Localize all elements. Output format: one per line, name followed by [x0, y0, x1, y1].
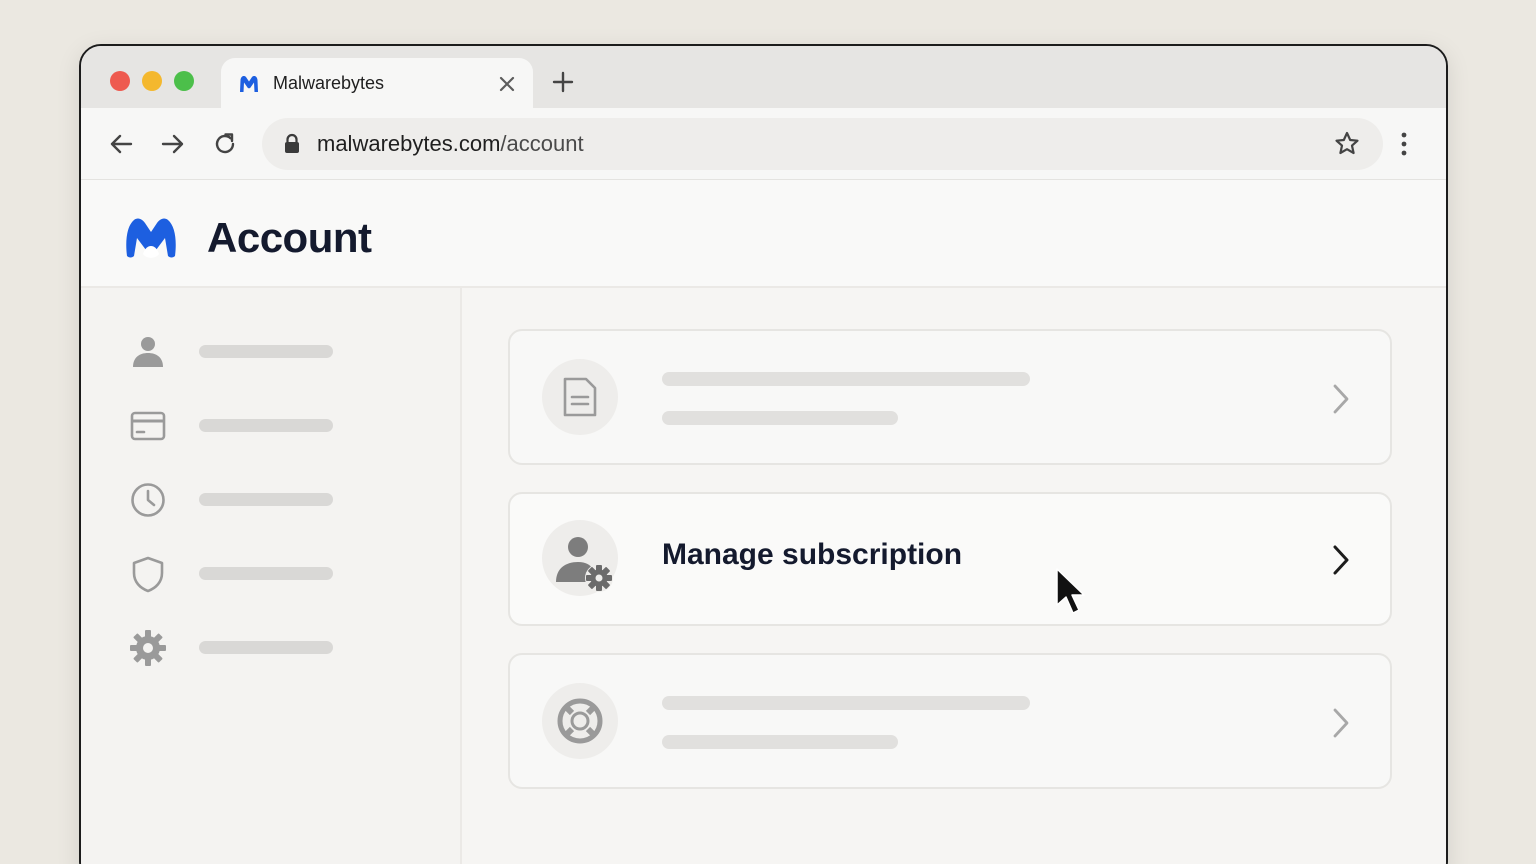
close-window-button[interactable]: [110, 71, 130, 91]
gear-icon: [130, 630, 166, 666]
manage-subscription-card[interactable]: Manage subscription: [508, 492, 1392, 626]
address-bar[interactable]: malwarebytes.com/account: [262, 118, 1383, 170]
url-path: /account: [500, 131, 584, 156]
document-icon: [563, 377, 597, 417]
close-icon[interactable]: [495, 72, 519, 96]
main-content: Manage subscription: [464, 288, 1446, 864]
lock-icon: [285, 133, 299, 153]
sidebar-item-billing[interactable]: [129, 405, 429, 445]
page-header: Account: [81, 180, 1446, 288]
tab-strip: Malwarebytes: [81, 46, 1446, 110]
account-card-documents[interactable]: [508, 329, 1392, 465]
sidebar-item-placeholder: [199, 567, 333, 580]
clock-icon: [131, 483, 165, 517]
tab-title: Malwarebytes: [273, 73, 385, 93]
card-icon: [542, 359, 618, 435]
chevron-right-icon: [1333, 545, 1349, 575]
user-icon: [133, 337, 163, 367]
url-host: malwarebytes.com: [317, 131, 501, 156]
account-card-support[interactable]: [508, 653, 1392, 789]
card-subtitle-placeholder: [662, 411, 898, 425]
arrow-right-icon[interactable]: [159, 130, 187, 158]
malwarebytes-logo-icon: [240, 76, 258, 92]
maximize-window-button[interactable]: [174, 71, 194, 91]
credit-card-icon: [130, 411, 166, 441]
sidebar-item-placeholder: [199, 419, 333, 432]
card-title-placeholder: [662, 696, 1030, 710]
sidebar-item-history[interactable]: [129, 479, 429, 519]
page-title: Account: [207, 214, 372, 261]
sidebar-item-placeholder: [199, 641, 333, 654]
card-title-placeholder: [662, 372, 1030, 386]
browser-window: Malwarebytes malwarebytes.com/account Ac…: [79, 44, 1448, 864]
star-icon[interactable]: [1333, 130, 1361, 158]
sidebar-item-settings[interactable]: [129, 627, 429, 667]
url-text: malwarebytes.com/account: [317, 131, 584, 157]
chevron-right-icon: [1333, 708, 1349, 738]
user-gear-icon: [556, 537, 613, 592]
sidebar: [81, 288, 462, 864]
card-icon: [542, 520, 618, 596]
malwarebytes-logo-icon: [126, 218, 176, 258]
arrow-left-icon[interactable]: [107, 130, 135, 158]
sidebar-item-placeholder: [199, 345, 333, 358]
browser-toolbar: malwarebytes.com/account: [81, 108, 1446, 180]
sidebar-item-placeholder: [199, 493, 333, 506]
sidebar-item-security[interactable]: [129, 553, 429, 593]
card-icon: [542, 683, 618, 759]
minimize-window-button[interactable]: [142, 71, 162, 91]
manage-subscription-label: Manage subscription: [662, 538, 963, 571]
chevron-right-icon: [1333, 384, 1349, 414]
plus-icon[interactable]: [551, 70, 575, 94]
sidebar-item-profile[interactable]: [129, 331, 429, 371]
tab-malwarebytes[interactable]: Malwarebytes: [221, 58, 533, 110]
more-vertical-icon[interactable]: [1390, 130, 1418, 158]
card-subtitle-placeholder: [662, 735, 898, 749]
reload-icon[interactable]: [211, 130, 239, 158]
mouse-cursor-icon: [1056, 568, 1085, 614]
shield-icon: [132, 556, 164, 593]
lifebuoy-icon: [557, 698, 603, 744]
